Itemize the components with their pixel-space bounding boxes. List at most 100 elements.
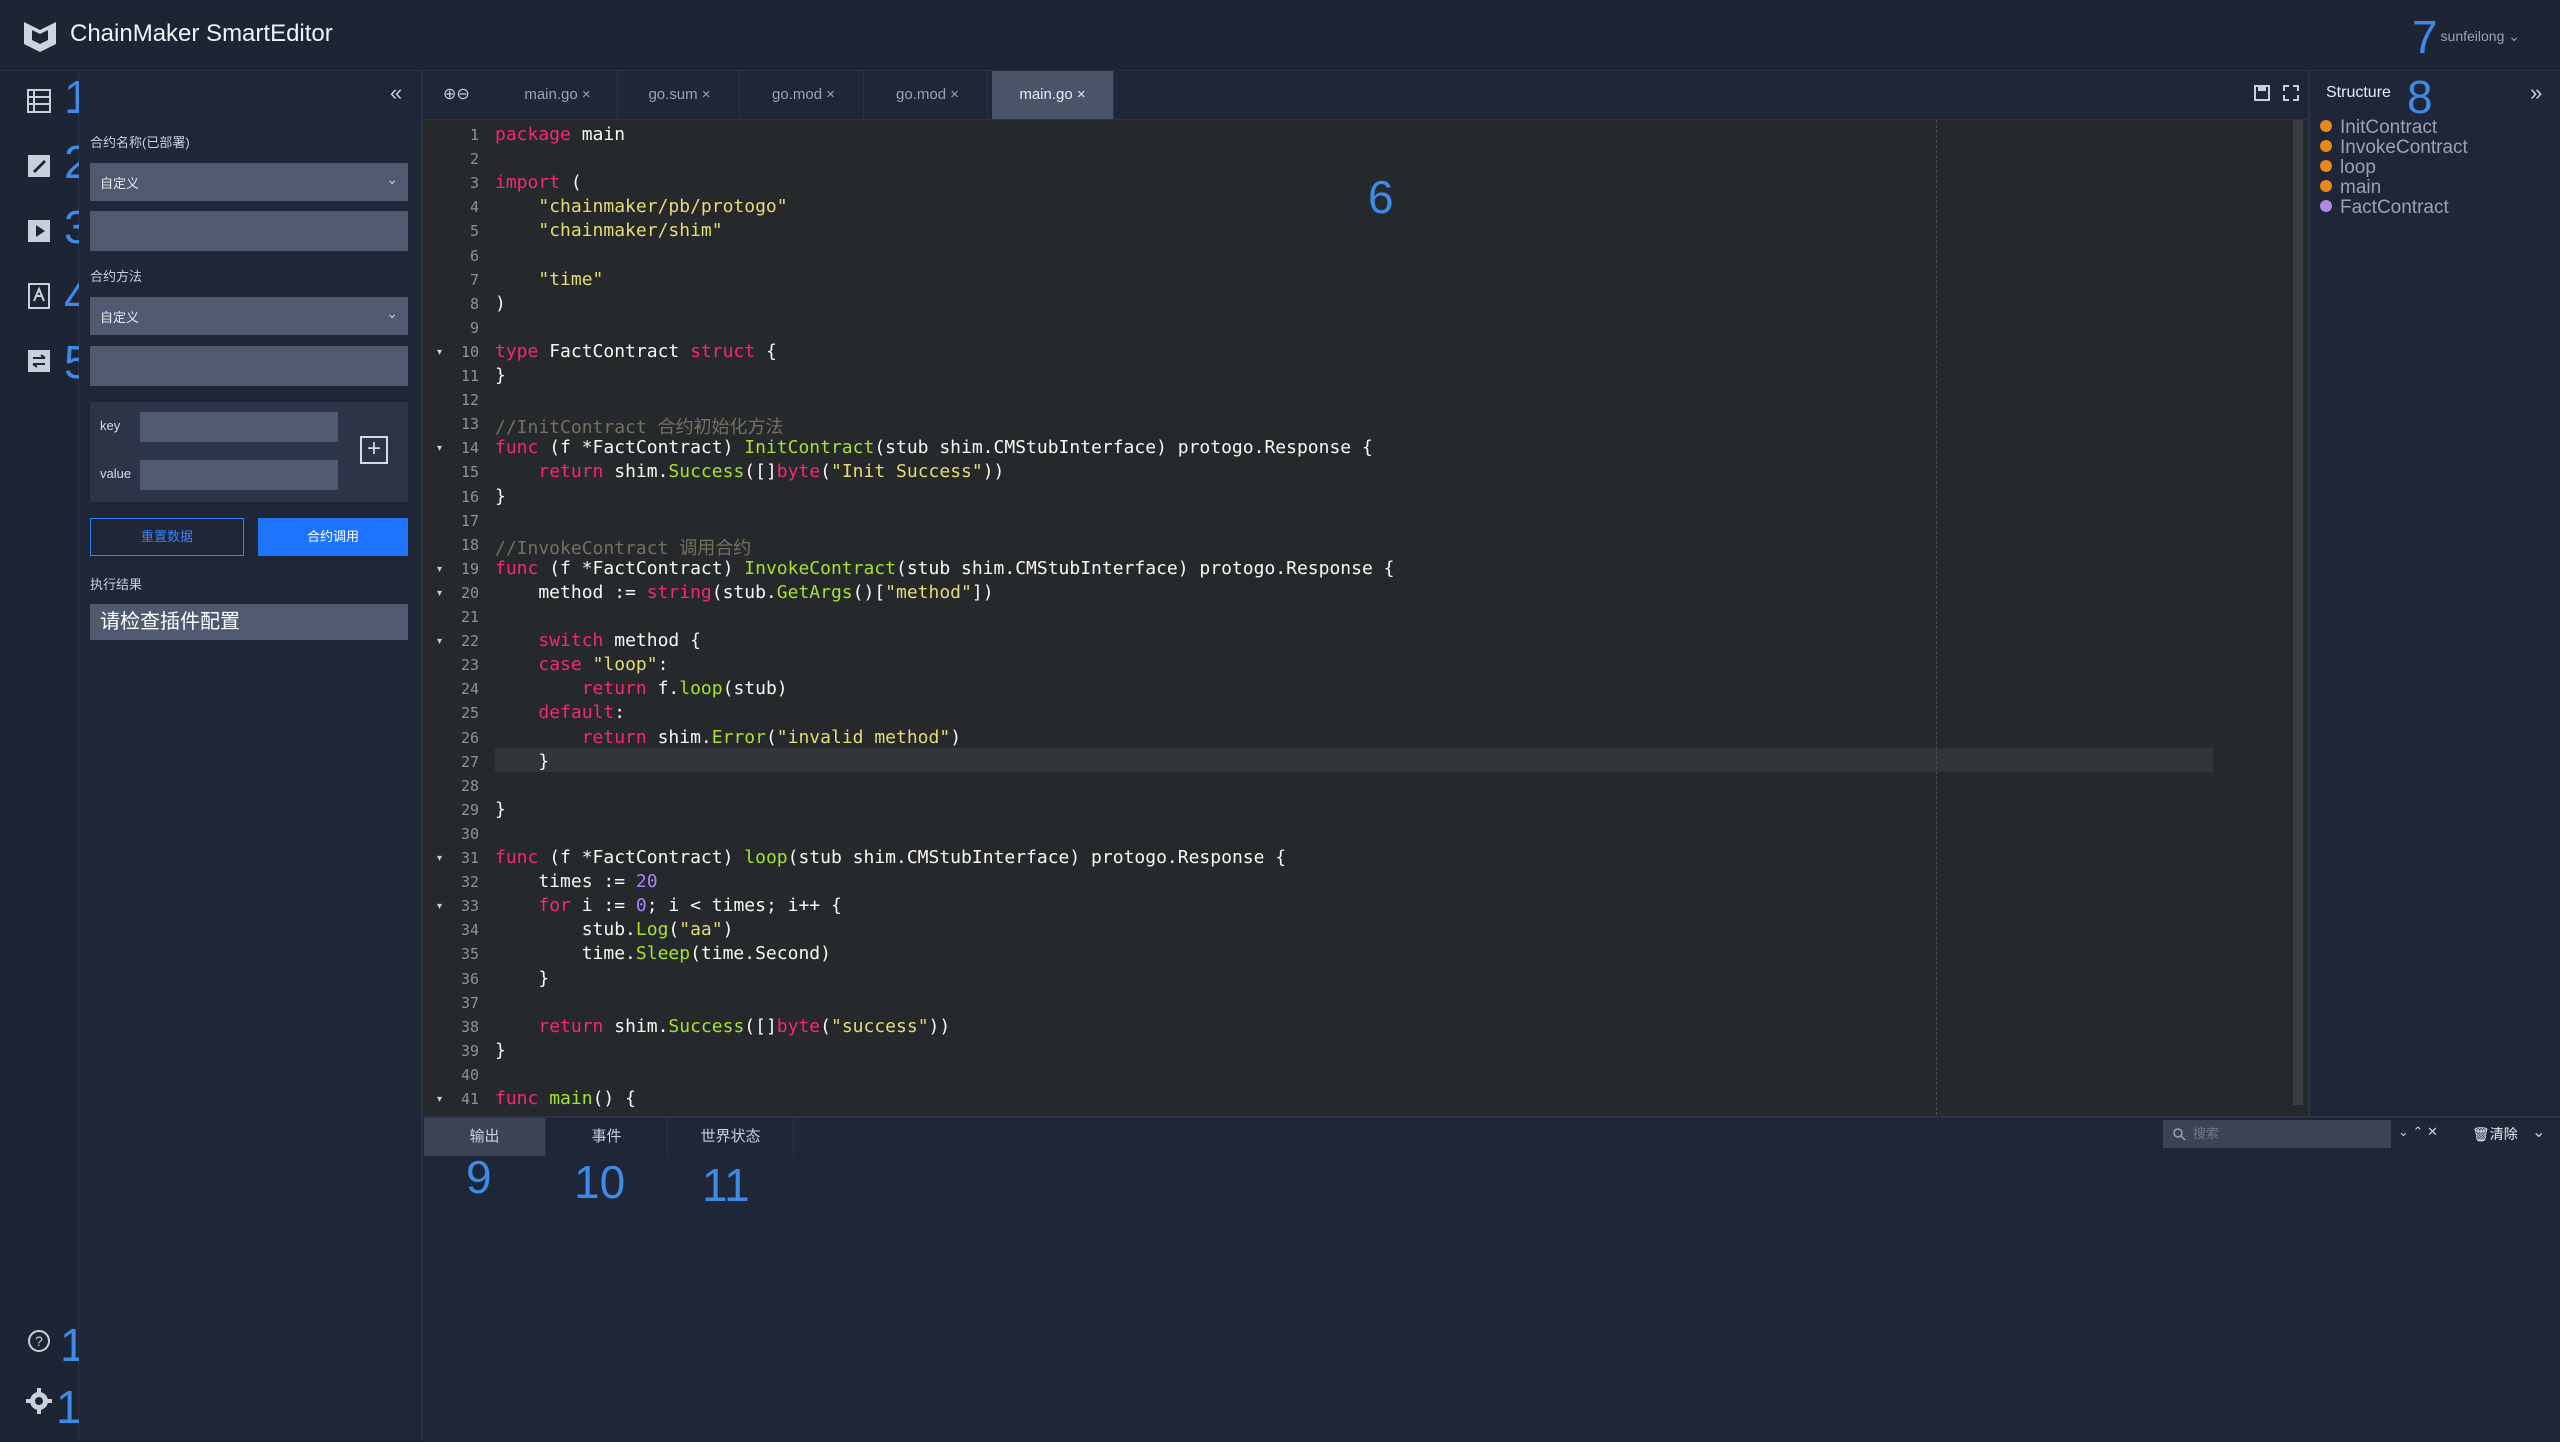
code-line: func (f *FactContract) loop(stub shim.CM… [495, 847, 1287, 868]
code-line: "time" [538, 268, 604, 290]
line-number: 6 [469, 246, 479, 265]
structure-item[interactable]: FactContract [2320, 197, 2449, 219]
current-line-highlight [495, 748, 2213, 772]
help-icon[interactable]: ? [24, 1326, 54, 1356]
annotation-label-6: 6 [1368, 171, 1394, 223]
code-line: method := string(stub.GetArgs()["method"… [495, 581, 994, 603]
trash-icon: 🗑 [2472, 1126, 2490, 1142]
svg-text:?: ? [35, 1333, 43, 1349]
structure-item[interactable]: InvokeContract [2320, 137, 2468, 159]
structure-panel [2308, 71, 2560, 1120]
line-number: 23 [460, 656, 479, 675]
code-editor[interactable]: 1 2 3 4 5 6 7 8 9 10 ▾ 11 12 13 14 ▾ 15 16 17 18 19 ▾ 20 ▾ 21 22 ▾… [423, 120, 2308, 1120]
code-line: return shim.Success([]byte("Init Success… [538, 461, 1005, 483]
code-line: } [495, 1039, 506, 1061]
code-line: } [495, 365, 506, 386]
app-title: ChainMaker SmartEditor [70, 20, 333, 47]
fold-arrow-icon[interactable]: ▾ [437, 636, 442, 647]
clear-output-button[interactable]: 🗑清除 [2472, 1124, 2518, 1144]
code-line: switch method { [538, 630, 701, 652]
code-line: time.Sleep(time.Second) [495, 943, 831, 965]
line-gutter: 1 2 3 4 5 6 7 8 9 10 ▾ 11 12 13 14 ▾ 15 16 17 18 19 ▾ 20 ▾ 21 22 ▾… [423, 120, 495, 1120]
chainmaker-logo-icon [24, 22, 56, 52]
line-number: 31 [460, 849, 479, 867]
annotation-label-11: 11 [702, 1159, 750, 1211]
collapse-left-icon[interactable]: « [390, 80, 402, 106]
tab-main-go-active[interactable]: main.go × [992, 71, 1114, 119]
structure-item[interactable]: loop [2320, 157, 2376, 179]
fold-arrow-icon[interactable]: ▾ [437, 443, 442, 454]
line-number: 14 [460, 439, 479, 458]
fold-arrow-icon[interactable]: ▾ [437, 901, 442, 912]
structure-item[interactable]: main [2320, 177, 2381, 199]
contract-name-select[interactable]: 自定义 ⌄ [90, 163, 408, 201]
invoke-icon[interactable] [24, 346, 54, 376]
function-icon [2320, 120, 2332, 132]
line-number: 11 [460, 367, 479, 385]
contract-method-input[interactable] [90, 346, 408, 386]
line-number: 15 [460, 463, 479, 482]
fold-arrow-icon[interactable]: ▾ [437, 853, 442, 864]
line-number: 19 [460, 559, 479, 578]
value-input[interactable] [140, 460, 338, 490]
struct-icon [2320, 200, 2332, 212]
tab-go-mod-2[interactable]: go.mod × [868, 71, 988, 119]
tab-go-mod[interactable]: go.mod × [744, 71, 864, 119]
file-list-icon[interactable] [24, 86, 54, 116]
code-line: stub.Log("aa") [495, 919, 734, 941]
tab-main-go[interactable]: main.go × [498, 71, 618, 119]
user-menu[interactable]: sunfeilong ⌄ [2441, 28, 2520, 45]
panel-collapse-icon[interactable]: ⌄ [2532, 1122, 2545, 1142]
fold-arrow-icon[interactable]: ▾ [437, 1094, 442, 1105]
contract-method-select[interactable]: 自定义 ⌄ [90, 297, 408, 335]
add-param-icon[interactable]: + [360, 436, 388, 464]
code-line: times := 20 [495, 871, 658, 893]
annotation-label-8: 8 [2407, 71, 2433, 123]
line-number: 22 [460, 632, 479, 651]
search-nav-icon[interactable]: ⌄ ⌃ ✕ [2398, 1124, 2438, 1140]
fold-arrow-icon[interactable]: ▾ [437, 564, 442, 575]
fold-arrow-icon[interactable]: ▾ [437, 588, 442, 599]
key-input[interactable] [140, 412, 338, 442]
line-number: 5 [469, 222, 479, 241]
code-line: "chainmaker/pb/protogo" [538, 196, 788, 218]
contract-method-value: 自定义 [100, 310, 140, 325]
line-number: 27 [460, 752, 479, 771]
contract-call-button[interactable]: 合约调用 [258, 518, 408, 556]
save-icon[interactable] [2253, 84, 2271, 102]
line-number: 8 [469, 294, 479, 313]
fullscreen-icon[interactable] [2282, 84, 2300, 102]
code-line: type FactContract struct { [495, 340, 777, 362]
fold-arrow-icon[interactable]: ▾ [437, 347, 442, 358]
line-number: 12 [460, 391, 479, 410]
contract-name-input[interactable] [90, 211, 408, 251]
line-number: 2 [469, 150, 479, 169]
result-output: 请检查插件配置 [90, 604, 408, 640]
tab-go-sum[interactable]: go.sum × [620, 71, 740, 119]
line-number: 38 [460, 1017, 479, 1036]
line-number: 3 [469, 174, 479, 193]
zoom-icon[interactable]: ⊕⊖ [443, 84, 470, 104]
key-label: key [100, 418, 121, 433]
code-line: return shim.Success([]byte("success")) [538, 1015, 951, 1037]
line-number: 9 [469, 318, 479, 337]
chevron-down-icon: ⌄ [386, 171, 398, 187]
tab-world-state[interactable]: 世界状态 [668, 1118, 794, 1156]
collapse-right-icon[interactable]: » [2530, 80, 2542, 106]
code-line: default: [538, 702, 626, 724]
reset-data-button[interactable]: 重置数据 [90, 518, 244, 556]
editor-scrollbar[interactable] [2293, 120, 2303, 1105]
edit-icon[interactable] [24, 151, 54, 181]
run-icon[interactable] [24, 216, 54, 246]
annotation-label-7: 7 [2412, 11, 2438, 63]
structure-item[interactable]: InitContract [2320, 117, 2437, 139]
line-number: 41 [460, 1090, 479, 1108]
tab-events[interactable]: 事件 [546, 1118, 668, 1156]
output-search-input[interactable]: 搜索 [2163, 1120, 2391, 1148]
code-line: import ( [495, 172, 582, 194]
line-number: 33 [460, 897, 479, 916]
code-line: func (f *FactContract) InitContract(stub… [495, 437, 1373, 459]
settings-gear-icon[interactable] [24, 1386, 54, 1416]
contract-icon[interactable] [24, 281, 54, 311]
code-line: //InitContract 合约初始化方法 [495, 417, 784, 439]
